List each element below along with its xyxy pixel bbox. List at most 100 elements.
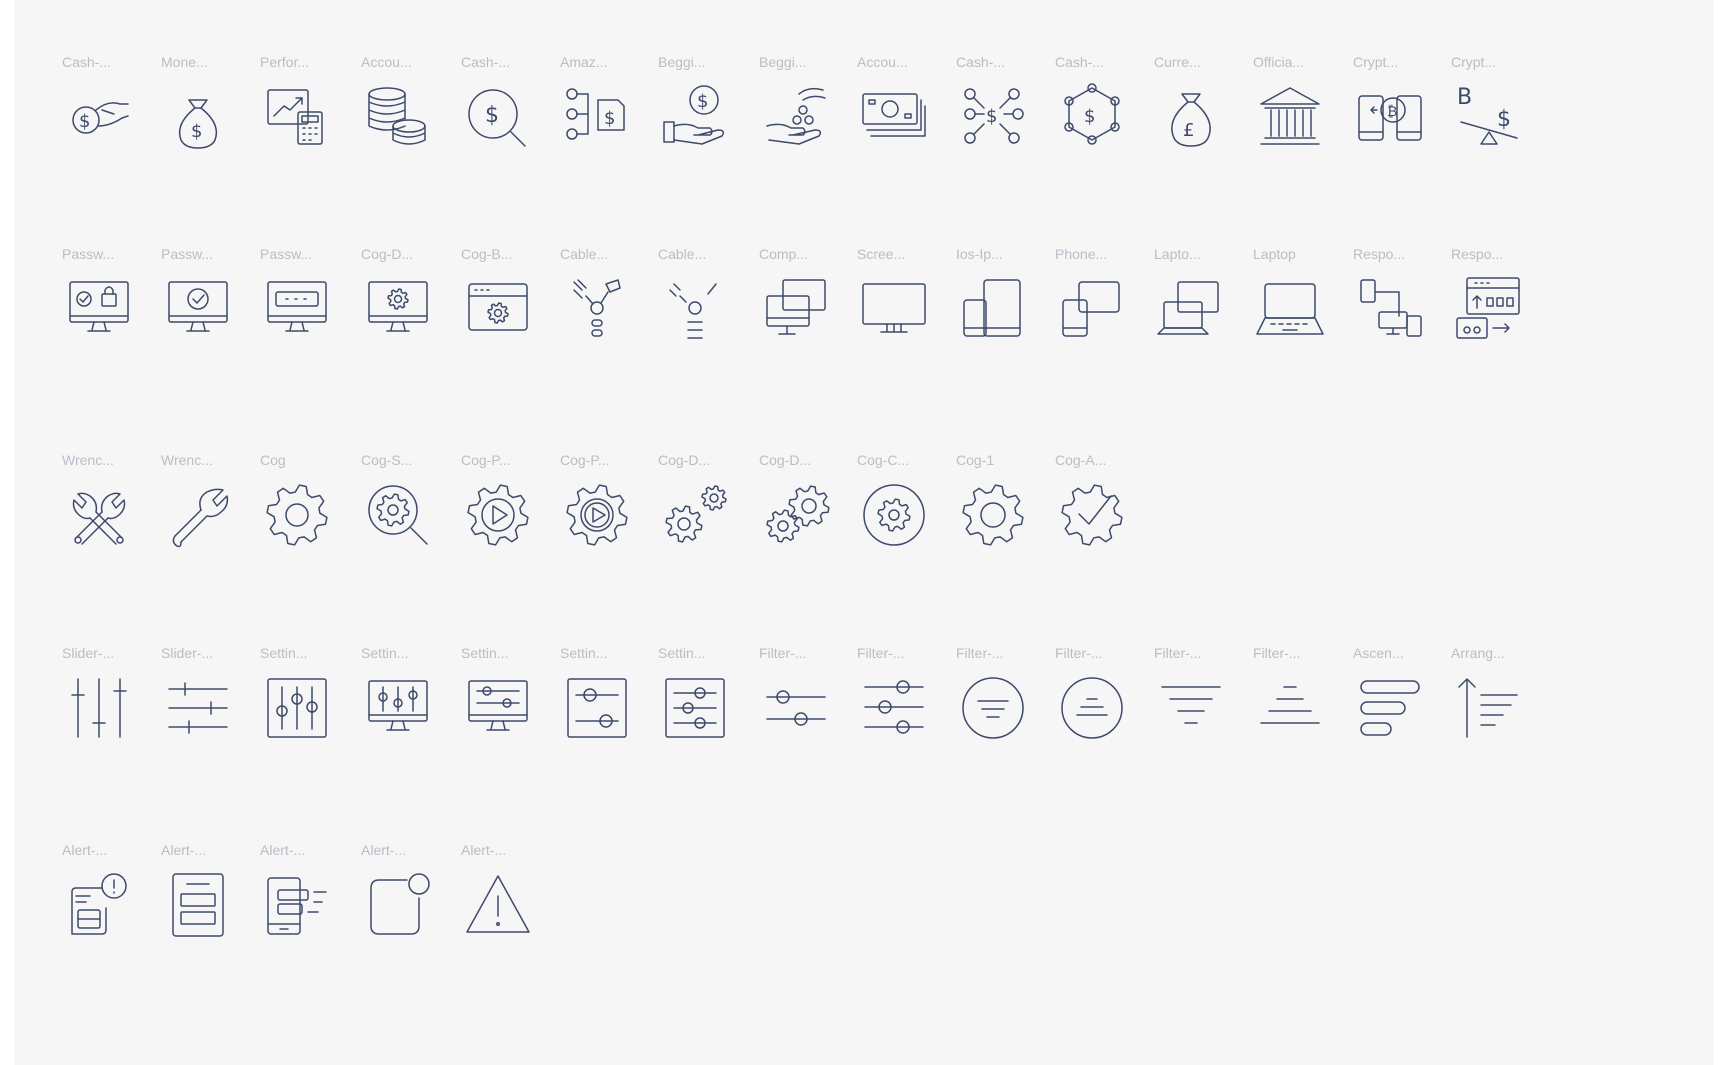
icon-tile[interactable]: Accou... [857,54,967,194]
icon-tile[interactable]: Cash-... $ [956,54,1066,194]
icon-tile[interactable]: Settin... [260,645,370,785]
icon-tile[interactable]: Lapto... [1154,246,1264,386]
icon-tile[interactable]: Beggi... [759,54,869,194]
icon-label: Perfor... [260,54,310,70]
icon-tile[interactable]: Slider-... [62,645,172,785]
icon-tile[interactable]: Wrenc... [161,452,271,592]
icon-tile[interactable]: Cog-D... [361,246,471,386]
icon-tile[interactable]: Curre... £ [1154,54,1264,194]
icon-tile[interactable]: Filter-... [956,645,1066,785]
icon-label: Settin... [560,645,608,661]
icon-tile[interactable]: Amaz... $ [560,54,670,194]
icon-tile[interactable]: Scree... [857,246,967,386]
laptop-icon [1253,272,1327,346]
icon-label: Cog-A... [1055,452,1107,468]
wrench-cross-icon [62,478,136,552]
icon-label: Passw... [62,246,115,262]
icon-label: Cash-... [1055,54,1105,70]
icon-tile[interactable]: Filter-... [1154,645,1264,785]
icon-tile[interactable]: Respo... [1353,246,1463,386]
icon-tile[interactable]: Crypt... B $ [1451,54,1561,194]
ascending-bars-icon [1353,671,1427,745]
icon-tile[interactable]: Cable... [560,246,670,386]
icon-tile[interactable]: Cash-... $ [62,54,172,194]
icon-tile[interactable]: Filter-... [759,645,869,785]
icon-tile[interactable]: Filter-... [1055,645,1165,785]
icon-tile[interactable]: Beggi... $ [658,54,768,194]
icon-tile[interactable]: Cog-B... [461,246,571,386]
icon-tile[interactable]: Accou... [361,54,471,194]
icon-tile[interactable]: Settin... [361,645,471,785]
icon-tile[interactable]: Passw... [260,246,370,386]
begging-hand-coins-drop-icon [759,80,833,154]
icon-tile[interactable]: Cog [260,452,370,592]
alert-badge-icon [361,868,435,942]
icon-tile[interactable]: Wrenc... [62,452,172,592]
svg-text:$: $ [1084,106,1095,127]
slider-vertical-icon [62,671,136,745]
icon-label: Respo... [1353,246,1406,262]
icon-label: Alert-... [361,842,407,858]
cash-network-icon: $ [956,80,1030,154]
icon-tile[interactable]: Cog-1 [956,452,1066,592]
icon-tile[interactable]: Cash-... $ [1055,54,1165,194]
icon-label: Arrang... [1451,645,1505,661]
icon-tile[interactable]: Crypt... ₿ [1353,54,1463,194]
cog-browser-icon [461,272,535,346]
icon-tile[interactable]: Alert-... [361,842,471,982]
icon-tile[interactable]: Cog-A... [1055,452,1165,592]
icon-tile[interactable]: Settin... [658,645,768,785]
icon-tile[interactable]: Settin... [461,645,571,785]
icon-label: Wrenc... [62,452,114,468]
icon-label: Cog-P... [560,452,610,468]
icon-tile[interactable]: Arrang... [1451,645,1561,785]
icon-tile[interactable]: Passw... [161,246,271,386]
icon-tile[interactable]: Alert-... [161,842,271,982]
icon-label: Cog-C... [857,452,910,468]
icon-label: Scree... [857,246,906,262]
icon-tile[interactable]: Passw... [62,246,172,386]
icon-label: Cog-1 [956,452,995,468]
icon-tile[interactable]: Alert-... [62,842,172,982]
filter-lines-alt-icon [1253,671,1327,745]
icon-tile[interactable]: Mone... $ [161,54,271,194]
settings-slider-desktop-horizontal-icon [461,671,535,745]
icon-tile[interactable]: Phone... [1055,246,1165,386]
icon-tile[interactable]: Cog-P... [461,452,571,592]
icon-label: Ios-Ip... [956,246,1003,262]
icon-tile[interactable]: Cog-C... [857,452,967,592]
icon-label: Cash-... [956,54,1006,70]
icon-tile[interactable]: Cog-D... [759,452,869,592]
icon-tile[interactable]: Ios-Ip... [956,246,1066,386]
icon-tile[interactable]: Alert-... [260,842,370,982]
icon-tile[interactable]: Cog-S... [361,452,471,592]
crypto-exchange-devices-icon: ₿ [1353,80,1427,154]
icon-tile[interactable]: Laptop [1253,246,1363,386]
icon-tile[interactable]: Slider-... [161,645,271,785]
settings-slider-box-icon [560,671,634,745]
icon-tile[interactable]: Filter-... [1253,645,1363,785]
icon-tile[interactable]: Filter-... [857,645,967,785]
icon-tile[interactable]: Cable... [658,246,768,386]
icon-row: Alert-... Alert-... Alert-... Alert-... Aler… [14,842,1714,982]
icon-tile[interactable]: Cash-... $ [461,54,571,194]
icon-tile[interactable]: Ascen... [1353,645,1463,785]
icon-tile[interactable]: Comp... [759,246,869,386]
svg-text:$: $ [604,108,615,129]
cable-disconnect-icon [658,272,732,346]
svg-text:£: £ [1183,120,1194,141]
icon-tile[interactable]: Cog-D... [658,452,768,592]
icon-tile[interactable]: Officia... [1253,54,1363,194]
icon-tile[interactable]: Settin... [560,645,670,785]
computer-multiple-icon [759,272,833,346]
icon-row: Slider-... Slider-... Settin... Settin... Se… [14,645,1714,785]
icon-label: Alert-... [161,842,207,858]
icon-tile[interactable]: Perfor... [260,54,370,194]
icon-tile[interactable]: Respo... [1451,246,1561,386]
icon-label: Filter-... [1154,645,1202,661]
icon-label: Officia... [1253,54,1305,70]
icon-label: Filter-... [956,645,1004,661]
icon-tile[interactable]: Alert-... [461,842,571,982]
icon-label: Cog-D... [759,452,812,468]
icon-tile[interactable]: Cog-P... [560,452,670,592]
